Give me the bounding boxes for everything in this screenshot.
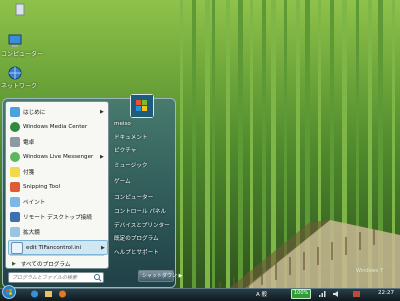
right-item-label: ヘルプとサポート (114, 250, 159, 256)
menu-item-label: Snipping Tool (23, 183, 61, 190)
network-icon (8, 66, 22, 80)
bamboo-stalk (205, 0, 210, 300)
remote-desktop-icon (10, 211, 20, 222)
bamboo-stalk (212, 0, 215, 300)
notepad-icon (11, 241, 23, 254)
action-center-icon[interactable] (352, 290, 361, 298)
getting-started-icon (10, 106, 20, 117)
os-watermark: Windows 7 (356, 268, 384, 274)
right-item-pictures[interactable]: ピクチャ (112, 145, 170, 156)
menu-item-edit-ini[interactable]: edit TIFancontrol.ini ▶ (8, 240, 108, 255)
menu-item-label: Windows Live Messenger (23, 153, 94, 160)
calculator-icon (10, 136, 20, 147)
battery-indicator[interactable]: 100% (291, 289, 311, 299)
user-avatar[interactable] (130, 94, 154, 118)
all-programs-arrow-icon: ▶ (12, 260, 16, 267)
media-player-icon[interactable] (58, 290, 67, 298)
right-item-games[interactable]: ゲーム (112, 176, 170, 187)
right-item-label: コンピューター (114, 195, 154, 201)
desktop-icon-network[interactable]: ネットワーク (1, 66, 38, 90)
menu-item-label: 拡大鏡 (23, 229, 40, 236)
bamboo-stalk (226, 0, 230, 300)
menu-item-getting-started[interactable]: はじめに ▶ (8, 105, 106, 118)
desktop-icon-label: コンピューター (1, 51, 44, 58)
bamboo-stalk (238, 0, 243, 300)
bamboo-stalk (180, 0, 183, 300)
start-orb-icon[interactable] (2, 285, 16, 299)
right-item-label: コントロール パネル (114, 209, 167, 215)
bamboo-stalk (250, 0, 253, 300)
sticky-notes-icon (10, 166, 20, 177)
menu-item-label: リモート デスクトップ接続 (23, 214, 92, 221)
menu-item-messenger[interactable]: Windows Live Messenger ▶ (8, 150, 106, 163)
bamboo-stalk (192, 0, 196, 300)
right-item-user[interactable]: meiso (112, 120, 170, 131)
volume-icon[interactable] (332, 290, 341, 298)
battery-percent: 100% (294, 290, 309, 296)
right-item-help[interactable]: ヘルプとサポート (112, 247, 170, 258)
menu-item-calculator[interactable]: 電卓 (8, 135, 106, 148)
magnifier-icon (10, 226, 20, 237)
right-item-computer[interactable]: コンピューター (112, 192, 170, 203)
desktop-icon-label: ネットワーク (1, 83, 38, 90)
ie-icon[interactable] (30, 290, 39, 298)
right-item-label: ミュージック (114, 163, 148, 169)
menu-item-sticky-notes[interactable]: 付箋 (8, 165, 106, 178)
windows-flag-icon (131, 95, 153, 117)
all-programs-button[interactable]: ▶ すべてのプログラム (8, 258, 106, 269)
start-search-input[interactable]: プログラムとファイルの検索 (8, 272, 104, 283)
menu-item-snipping-tool[interactable]: Snipping Tool (8, 180, 106, 193)
search-placeholder: プログラムとファイルの検索 (12, 275, 77, 281)
taskbar-clock[interactable]: 22:27 (378, 290, 394, 296)
language-bar[interactable]: A 般 (256, 290, 267, 298)
recycle-bin-icon (15, 3, 25, 16)
menu-item-remote-desktop[interactable]: リモート デスクトップ接続 (8, 210, 106, 223)
menu-item-magnifier[interactable]: 拡大鏡 (8, 225, 106, 238)
menu-item-label: 付箋 (23, 169, 35, 176)
all-programs-label: すべてのプログラム (20, 261, 71, 268)
menu-separator (10, 255, 104, 256)
right-item-documents[interactable]: ドキュメント (112, 132, 170, 143)
right-item-control-panel[interactable]: コントロール パネル (112, 206, 170, 217)
start-menu-programs-pane: はじめに ▶ Windows Media Center 電卓 Windows L… (5, 101, 109, 269)
shutdown-button[interactable]: シャットダウン ▶ (138, 270, 182, 282)
right-item-devices[interactable]: デバイスとプリンター (112, 220, 170, 231)
search-icon (94, 274, 102, 282)
explorer-icon[interactable] (44, 290, 53, 298)
right-item-label: ピクチャ (114, 148, 137, 154)
right-item-label: ゲーム (114, 179, 131, 185)
menu-item-media-center[interactable]: Windows Media Center (8, 120, 106, 133)
computer-icon (8, 34, 22, 47)
media-center-icon (10, 121, 20, 132)
menu-item-label: 電卓 (23, 139, 35, 146)
messenger-icon (10, 151, 20, 162)
menu-item-paint[interactable]: ペイント (8, 195, 106, 208)
right-item-label: meiso (114, 121, 131, 127)
menu-item-label: ペイント (23, 199, 46, 206)
right-item-label: デバイスとプリンター (114, 223, 170, 229)
submenu-arrow-icon: ▶ (100, 153, 104, 160)
paint-icon (10, 196, 20, 207)
right-item-music[interactable]: ミュージック (112, 160, 170, 171)
desktop-icon-computer[interactable]: コンピューター (1, 34, 44, 58)
right-item-label: 既定のプログラム (114, 236, 159, 242)
submenu-arrow-icon: ▶ (100, 108, 104, 115)
menu-item-label: edit TIFancontrol.ini (26, 244, 82, 251)
right-item-label: ドキュメント (114, 135, 148, 141)
menu-item-label: はじめに (23, 109, 46, 116)
bamboo-stalk (262, 0, 266, 300)
desktop-icon-recycle[interactable] (6, 2, 34, 16)
shutdown-label: シャットダウン ▶ (142, 273, 183, 279)
right-item-default-programs[interactable]: 既定のプログラム (112, 233, 170, 244)
submenu-arrow-icon: ▶ (101, 244, 105, 251)
network-tray-icon[interactable] (318, 290, 327, 298)
menu-item-label: Windows Media Center (23, 123, 88, 130)
snipping-tool-icon (10, 181, 20, 192)
